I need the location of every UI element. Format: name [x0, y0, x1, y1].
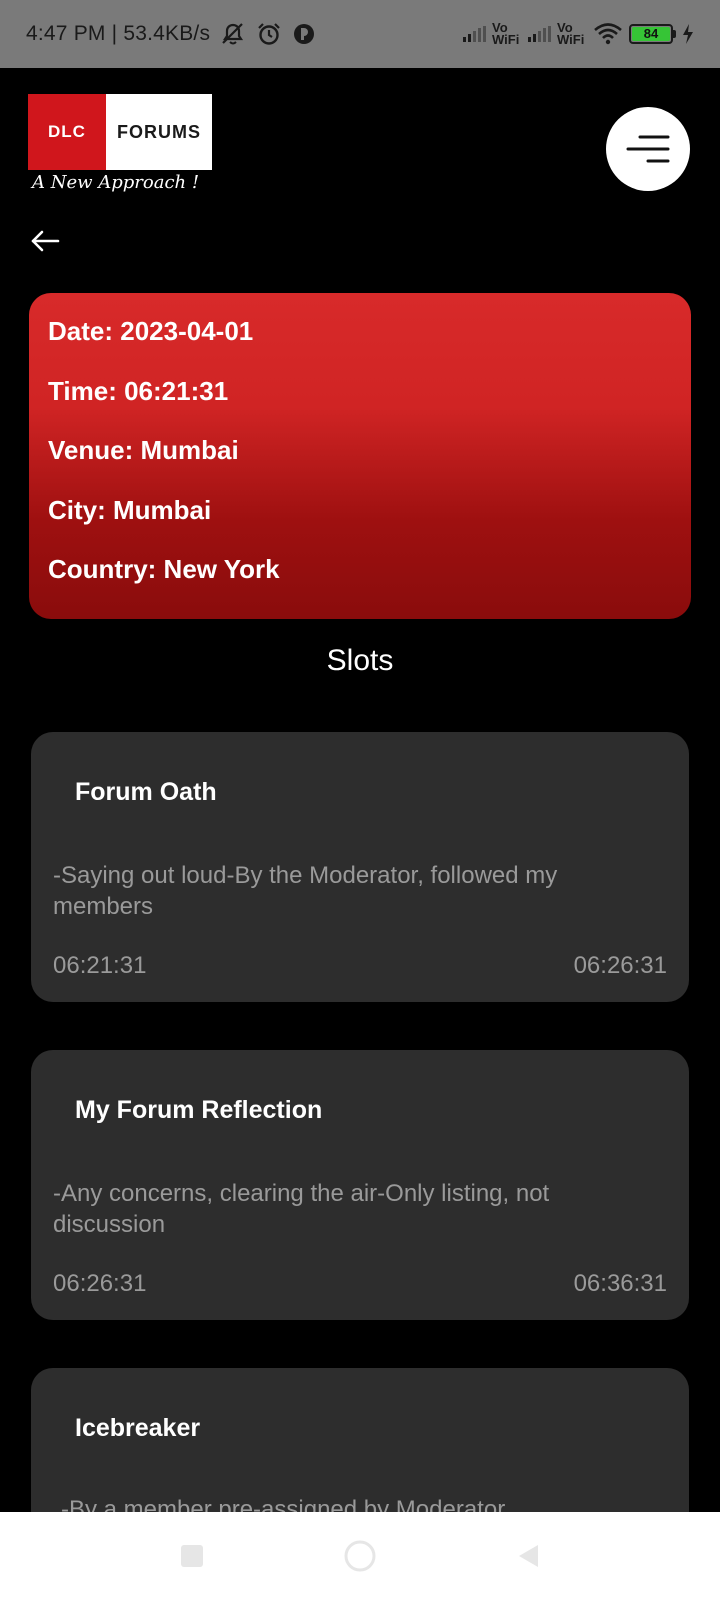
- event-date: Date: 2023-04-01: [48, 316, 254, 346]
- status-bar: 4:47 PM | 53.4KB/s Vo WiFi Vo WiFi 84: [0, 0, 720, 68]
- recent-apps-icon: [181, 1545, 203, 1567]
- vowifi-icon: Vo WiFi: [557, 20, 585, 47]
- status-right: Vo WiFi Vo WiFi 84: [463, 20, 694, 47]
- slot-end-time: 06:36:31: [573, 1270, 667, 1297]
- home-icon: [344, 1540, 376, 1572]
- dlc-forums-logo: DLC FORUMS A New Approach !: [28, 94, 214, 193]
- status-left: 4:47 PM | 53.4KB/s: [26, 22, 316, 46]
- menu-button[interactable]: [606, 107, 690, 191]
- logo-tagline: A New Approach !: [32, 172, 200, 193]
- slots-heading: Slots: [326, 644, 394, 677]
- recent-apps-button[interactable]: [168, 1532, 216, 1580]
- event-country: Country: New York: [48, 554, 280, 584]
- slot-card[interactable]: Forum Oath -Saying out loud-By the Moder…: [31, 732, 689, 1002]
- alarm-clock-icon: [256, 22, 282, 46]
- back-nav-button[interactable]: [504, 1532, 552, 1580]
- slot-start-time: 06:26:31: [53, 1270, 147, 1297]
- battery-icon: 84: [629, 24, 676, 44]
- event-city: City: Mumbai: [48, 494, 212, 525]
- logo-left-text: DLC: [28, 94, 106, 170]
- slot-end-time: 06:26:31: [573, 952, 667, 979]
- app-notification-icon: [292, 22, 316, 46]
- slot-description: -Saying out loud-By the Moderator, follo…: [53, 862, 558, 920]
- slot-description: -Any concerns, clearing the air-Only lis…: [53, 1180, 550, 1238]
- hamburger-menu-icon: [626, 135, 670, 163]
- logo-right-text: FORUMS: [106, 94, 212, 170]
- muted-alarm-icon: [220, 22, 246, 46]
- slot-title: My Forum Reflection: [75, 1096, 323, 1124]
- back-button[interactable]: [28, 226, 62, 256]
- status-time-speed: 4:47 PM | 53.4KB/s: [26, 22, 211, 45]
- wifi-icon: [593, 22, 623, 46]
- battery-level: 84: [632, 27, 670, 41]
- slot-start-time: 06:21:31: [53, 952, 147, 979]
- charging-icon: [682, 24, 694, 44]
- event-details-card: Date: 2023-04-01 Time: 06:21:31 Venue: M…: [29, 293, 691, 619]
- signal-icon: [528, 26, 551, 42]
- home-button[interactable]: [336, 1532, 384, 1580]
- event-venue: Venue: Mumbai: [48, 435, 239, 465]
- vowifi-icon: Vo WiFi: [492, 20, 520, 47]
- back-icon: [519, 1545, 538, 1567]
- event-time: Time: 06:21:31: [48, 375, 229, 406]
- slot-card[interactable]: My Forum Reflection -Any concerns, clear…: [31, 1050, 689, 1320]
- slot-title: Icebreaker: [75, 1414, 201, 1442]
- signal-icon: [463, 26, 486, 42]
- navigation-bar: [0, 1512, 720, 1600]
- slot-title: Forum Oath: [75, 778, 217, 806]
- arrow-left-icon: [31, 230, 60, 252]
